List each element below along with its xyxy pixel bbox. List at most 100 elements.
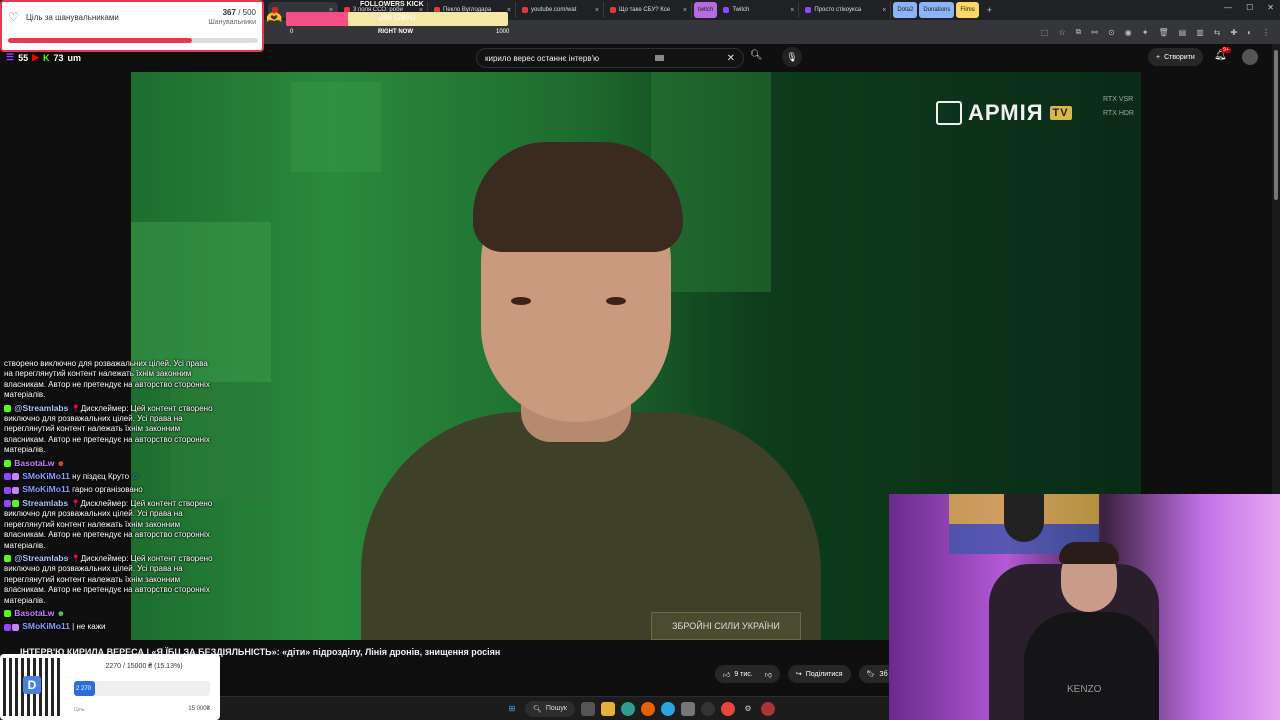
keyboard-icon[interactable] (655, 55, 665, 61)
chrome-icon[interactable] (721, 701, 735, 716)
edge-icon[interactable] (621, 701, 635, 716)
goal-count: 367 / 500 (223, 8, 256, 17)
goal-progress-bar (8, 38, 258, 43)
pin-icon: 📍︎ (70, 498, 81, 508)
minimize-icon[interactable]: — (1224, 3, 1232, 12)
sub-badge-icon (4, 486, 11, 494)
chat-message: BasotaLw ☻ (0, 607, 218, 620)
bookmark-star-icon[interactable]: ☆ (1058, 28, 1065, 37)
plus-icon: + (1156, 53, 1161, 61)
extension-icon[interactable]: ⚯ (1091, 28, 1098, 37)
chat-message: створено виключно для розважальних цілей… (0, 358, 218, 402)
browser-tab[interactable]: Що таке СБУ? Ксе × (606, 2, 692, 18)
like-button[interactable]: 👍︎ 9 тис. 👎︎ (715, 665, 780, 683)
fans-goal-widget: ♡ Ціль за шанувальниками 367 / 500 Шанув… (0, 0, 264, 52)
tab-favicon-icon (522, 7, 528, 13)
chat-message: BasotaLw ☻ (0, 457, 218, 470)
close-icon[interactable]: × (683, 7, 687, 14)
obs-icon[interactable] (701, 701, 715, 716)
browser-tab[interactable]: Просто стікоукса × (801, 2, 892, 18)
clear-search-icon[interactable]: ✕ (727, 53, 735, 64)
sub-badge-icon (12, 473, 19, 481)
kick-badge-icon (4, 555, 11, 563)
menu-dots-icon[interactable]: ⋮ (1262, 28, 1270, 37)
browser-tab[interactable]: youtube.com/wat × (518, 2, 604, 18)
extension-icon[interactable]: ◉ (1125, 28, 1132, 37)
maximize-icon[interactable]: ☐ (1246, 3, 1253, 12)
microphone-icon[interactable]: 🎙︎ (782, 47, 802, 67)
kick-label: FOLLOWERS KICK (360, 1, 424, 8)
youtube-icon: ▶ (32, 52, 40, 62)
kick-badge-icon (4, 460, 11, 468)
kick-value: 289 (28%) (378, 13, 416, 22)
profile-icon[interactable]: ◐ (1247, 28, 1252, 37)
goal-target: / 500 (238, 8, 256, 17)
goal-subtitle: Шанувальники (208, 19, 256, 26)
close-icon[interactable]: × (595, 7, 599, 14)
notifications-bell-icon[interactable]: 🔔︎ 9+ (1214, 47, 1231, 61)
close-window-icon[interactable]: ✕ (1267, 3, 1274, 12)
uniform-patch: ЗБРОЙНІ СИЛИ УКРАЇНИ (651, 612, 801, 640)
app-icon[interactable] (681, 701, 695, 716)
bookmark-icon: 🔖︎ (866, 671, 876, 678)
chat-username: @Streamlabs (14, 552, 69, 563)
puzzle-icon[interactable]: ✚ (1230, 28, 1237, 37)
task-view-icon[interactable] (581, 701, 595, 716)
chat-username: BasotaLw (14, 607, 55, 618)
install-icon[interactable]: ⬚ (1041, 28, 1049, 37)
taskbar-search[interactable]: 🔍︎ Пошук (525, 700, 575, 717)
streamer-body (1024, 612, 1159, 720)
video-actions: 👍︎ 9 тис. 👎︎ ↪ Поділитися 🔖︎ Зб (715, 665, 896, 683)
browser-tab-group[interactable]: Donations (919, 2, 955, 18)
firefox-icon[interactable] (641, 701, 655, 716)
chat-overlay: створено виключно для розважальних цілей… (0, 358, 218, 648)
close-icon[interactable]: × (790, 7, 794, 14)
telegram-icon[interactable] (661, 701, 675, 716)
extension-icon[interactable]: ⧉ (1076, 27, 1082, 37)
interviewee-figure: ЗБРОЙНІ СИЛИ УКРАЇНИ (361, 112, 821, 640)
extension-icon[interactable]: ⊙ (1108, 28, 1115, 37)
browser-tab-group[interactable]: Dota2 (893, 2, 918, 18)
extension-icon[interactable]: ✦ (1142, 28, 1149, 37)
trash-icon[interactable]: 🗑 (1158, 28, 1168, 37)
app-icon[interactable] (761, 701, 775, 716)
search-input[interactable]: кирило верес останнє інтерв'ю ✕ (476, 48, 744, 68)
create-button[interactable]: + Створити (1148, 48, 1203, 66)
thumbs-down-icon[interactable]: 👎︎ (765, 670, 772, 679)
chat-text: створено виключно для розважальних цілей… (4, 359, 210, 400)
qr-code: D (3, 658, 61, 716)
extension-icon[interactable]: ▤ (1179, 28, 1187, 37)
extension-icon[interactable]: ▥ (1196, 28, 1204, 37)
donation-goal-widget: D 2270 / 15000 ₴ (15.13%) 2 270 Ціль 15 … (0, 654, 220, 720)
kick-icon: K (43, 52, 50, 63)
new-tab-button[interactable]: + (981, 5, 998, 15)
kick-badge-icon (4, 610, 11, 618)
donation-label: Ціль (74, 707, 85, 713)
search-icon[interactable]: 🔍︎ (750, 50, 763, 61)
share-icon: ↪ (795, 671, 802, 678)
scrollbar-thumb[interactable] (1274, 50, 1278, 200)
browser-tab-group[interactable]: twitch (694, 2, 718, 18)
close-icon[interactable]: × (882, 7, 886, 14)
file-explorer-icon[interactable] (601, 701, 615, 716)
windows-start-icon[interactable]: ⊞ (505, 702, 519, 716)
browser-tab[interactable]: Twitch × (719, 2, 800, 18)
extension-icon[interactable]: ⇆ (1214, 28, 1221, 37)
chat-message: @Streamlabs 📍︎Дисклеймер: Цей контент ст… (0, 552, 218, 607)
heart-hand-icon: 🫶 (266, 10, 283, 25)
chat-username: @Streamlabs (14, 402, 69, 413)
rtx-hdr-label: RTX HDR (1103, 110, 1134, 117)
emote-icon: ☺ (131, 472, 140, 482)
avatar[interactable] (1242, 49, 1258, 65)
viewer-counters: ☰ 55 ▶ K 73 um (6, 52, 81, 63)
chat-username: SMoKiMo11 (22, 621, 70, 632)
donation-text: 2270 / 15000 ₴ (15.13%) (105, 663, 183, 670)
chat-username: SMoKiMo11 (22, 484, 70, 495)
twitch-icon (723, 7, 730, 13)
share-button[interactable]: ↪ Поділитися (787, 665, 851, 683)
emote-icon: ☻ (56, 608, 66, 618)
settings-icon[interactable]: ⚙ (741, 702, 755, 716)
chat-username: Streamlabs (22, 497, 69, 508)
browser-tab-group[interactable]: Films (956, 2, 979, 18)
goal-title: Ціль за шанувальниками (26, 13, 119, 22)
